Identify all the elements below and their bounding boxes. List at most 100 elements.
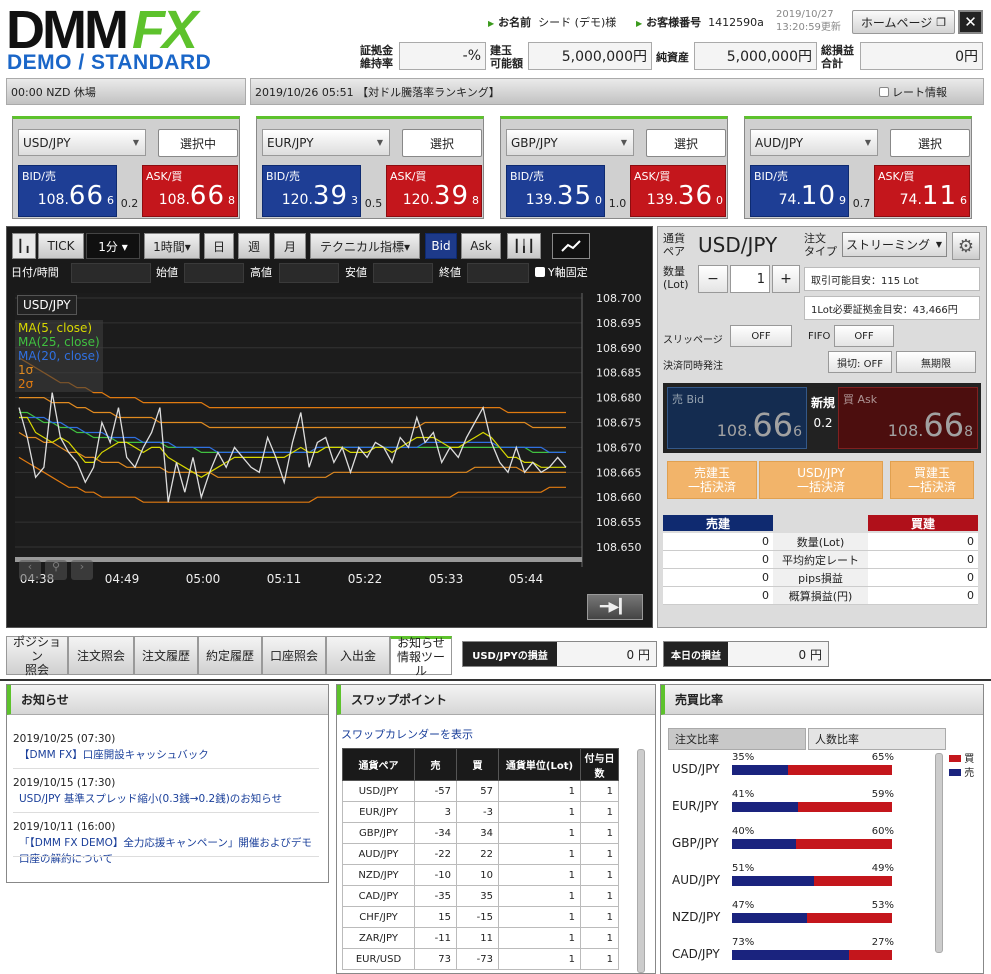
news-item[interactable]: 2019/10/15 (17:30) USD/JPY 基準スプレッド縮小(0.3銭… xyxy=(13,775,319,807)
y-axis-fix-checkbox[interactable] xyxy=(535,267,545,277)
candlestick-chart-icon[interactable]: ┃╽┃ xyxy=(507,233,541,259)
close-button[interactable]: ✕ xyxy=(958,10,983,34)
price-chart[interactable]: 108.700 108.695 108.690 108.685 108.680 108.6… xyxy=(7,289,652,589)
swap-cell: 1 xyxy=(580,780,619,802)
pair-select[interactable]: AUD/JPY ▼ xyxy=(750,129,878,156)
tab-people-ratio[interactable]: 人数比率 xyxy=(808,728,946,750)
timeframe-day[interactable]: 日 xyxy=(204,233,234,259)
sell-ratio-fill xyxy=(732,913,808,923)
timeframe-1min[interactable]: 1分 ▾ xyxy=(86,233,140,259)
swap-cell: -11 xyxy=(414,927,457,949)
sell-bid-button[interactable]: 売 Bid 108.666 xyxy=(667,387,807,449)
settle-order-label: 決済同時発注 xyxy=(663,361,723,372)
pair-select[interactable]: EUR/JPY ▼ xyxy=(262,129,390,156)
rate-info-checkbox[interactable] xyxy=(879,86,889,97)
x-tick-label: 05:00 xyxy=(186,572,221,586)
y-tick-label: 108.695 xyxy=(596,317,642,330)
ask-price-button[interactable]: ASK/買 120.39 8 xyxy=(386,165,482,217)
ratio-row: AUD/JPY 51% 49% xyxy=(672,863,894,887)
pair-select-button[interactable]: 選択 xyxy=(402,129,482,157)
order-type-select[interactable]: ストリーミング ▼ xyxy=(842,232,947,257)
gear-icon[interactable]: ⚙ xyxy=(952,232,980,260)
ask-price-button[interactable]: ASK/買 108.66 8 xyxy=(142,165,238,217)
chart-nav-controls[interactable]: ‹ ⚲ › xyxy=(19,560,94,582)
swap-cell: CAD/JPY xyxy=(342,885,415,907)
line-chart-icon[interactable] xyxy=(552,233,590,259)
timeframe-week[interactable]: 週 xyxy=(238,233,270,259)
ask-price-button[interactable]: ASK/買 139.36 0 xyxy=(630,165,726,217)
swap-cell: -22 xyxy=(414,843,457,865)
qty-input[interactable]: 1 xyxy=(730,265,770,293)
tab-2[interactable]: 注文履歴 xyxy=(134,636,198,675)
swap-cell: -10 xyxy=(414,864,457,886)
tab-3[interactable]: 約定履歴 xyxy=(198,636,262,675)
order-pair: USD/JPY xyxy=(698,233,778,257)
swap-cell: 1 xyxy=(580,801,619,823)
swap-scrollbar[interactable] xyxy=(637,749,645,973)
qty-minus-button[interactable]: − xyxy=(698,265,728,293)
ratio-bar xyxy=(732,802,892,812)
tab-order-ratio[interactable]: 注文比率 xyxy=(668,728,806,750)
expiry-button[interactable]: 無期限 xyxy=(896,351,976,373)
tick-button[interactable]: TICK xyxy=(38,233,84,259)
bulk-settle-pair-button[interactable]: USD/JPY 一括決済 xyxy=(759,461,883,499)
pair-select-button[interactable]: 選択中 xyxy=(158,129,238,157)
bid-price-button[interactable]: BID/売 108.66 6 xyxy=(18,165,117,217)
technical-indicators-button[interactable]: テクニカル指標▾ xyxy=(310,233,420,259)
stop-loss-button[interactable]: 損切: OFF xyxy=(828,351,892,373)
bulk-settle-buy-button[interactable]: 買建玉 一括決済 xyxy=(890,461,974,499)
buy-ask-button[interactable]: 買 Ask 108.668 xyxy=(838,387,978,449)
table-row: ZAR/JPY -11 11 1 1 xyxy=(342,927,619,949)
news-item[interactable]: 2019/10/11 (16:00) 「【DMM FX DEMO】全力応援キャンペ… xyxy=(13,819,319,867)
ask-toggle[interactable]: Ask xyxy=(461,233,501,259)
ohlc-date-field xyxy=(71,263,151,283)
news-ticker-bar[interactable]: 2019/10/26 05:51 【対ドル騰落率ランキング】 レート情報 xyxy=(250,78,984,105)
y-axis-fix[interactable]: Y軸固定 xyxy=(535,264,588,280)
legend-entry: 1σ xyxy=(18,363,34,377)
pair-select[interactable]: GBP/JPY ▼ xyxy=(506,129,634,156)
pair-select-button[interactable]: 選択 xyxy=(646,129,726,157)
news-item[interactable]: 2019/10/25 (07:30) 【DMM FX】口座開設キャッシュバック xyxy=(13,731,319,763)
ohlc-high-field xyxy=(279,263,339,283)
pair-select[interactable]: USD/JPY ▼ xyxy=(18,129,146,156)
tab-0[interactable]: ポジション 照会 xyxy=(6,635,68,677)
swap-calendar-link[interactable]: スワップカレンダーを表示 xyxy=(341,726,473,742)
pair-card-gbp-jpy: GBP/JPY ▼ 選択 BID/売 139.35 0 1.0 ASK/買 139.36… xyxy=(500,116,728,219)
pair-pnl: USD/JPYの損益 0 円 xyxy=(462,641,657,667)
swap-cell: 1 xyxy=(498,927,581,949)
swap-cell: 1 xyxy=(580,927,619,949)
x-tick-label: 04:49 xyxy=(105,572,140,586)
bid-price-button[interactable]: BID/売 74.10 9 xyxy=(750,165,849,217)
y-tick-label: 108.680 xyxy=(596,392,642,405)
available-lot: 取引可能目安：115 Lot xyxy=(804,267,980,291)
scroll-to-latest-icon[interactable]: ━▶▎ xyxy=(587,594,643,620)
qty-plus-button[interactable]: + xyxy=(772,265,800,293)
candle-type-icon[interactable]: ┃╻ xyxy=(12,233,36,259)
chart-panel[interactable]: ┃╻ TICK 1分 ▾ 1時間▾ 日 週 月 テクニカル指標▾ Bid Ask… xyxy=(6,226,653,628)
bid-price-button[interactable]: BID/売 120.39 3 xyxy=(262,165,361,217)
tab-5[interactable]: 入出金 xyxy=(326,636,390,675)
buy-position-value: 0 xyxy=(868,533,978,551)
tab-4[interactable]: 口座照会 xyxy=(262,636,326,675)
ratio-scrollbar[interactable] xyxy=(935,753,943,953)
slippage-toggle[interactable]: OFF xyxy=(730,325,792,347)
swap-cell: 1 xyxy=(498,843,581,865)
chevron-left-icon[interactable]: ‹ xyxy=(19,560,41,580)
zoom-icon[interactable]: ⚲ xyxy=(45,560,67,580)
bid-price-button[interactable]: BID/売 139.35 0 xyxy=(506,165,605,217)
chevron-right-icon[interactable]: › xyxy=(71,560,93,580)
timeframe-1hour[interactable]: 1時間▾ xyxy=(144,233,200,259)
timeframe-month[interactable]: 月 xyxy=(274,233,306,259)
market-status-bar: 00:00 NZD 休場 xyxy=(6,78,246,105)
buy-position-value: 0 xyxy=(868,569,978,587)
tab-6[interactable]: お知らせ 情報ツール xyxy=(390,636,452,678)
ask-price-button[interactable]: ASK/買 74.11 6 xyxy=(874,165,970,217)
fifo-toggle[interactable]: OFF xyxy=(834,325,894,347)
pair-select-button[interactable]: 選択 xyxy=(890,129,970,157)
chart-scrollbar[interactable] xyxy=(15,557,582,562)
bulk-settle-sell-button[interactable]: 売建玉 一括決済 xyxy=(667,461,757,499)
margin-rate-value: -% xyxy=(399,42,486,70)
bid-toggle[interactable]: Bid xyxy=(425,233,457,259)
tab-1[interactable]: 注文照会 xyxy=(68,636,134,675)
homepage-button[interactable]: ホームページ ❐ xyxy=(852,10,955,34)
